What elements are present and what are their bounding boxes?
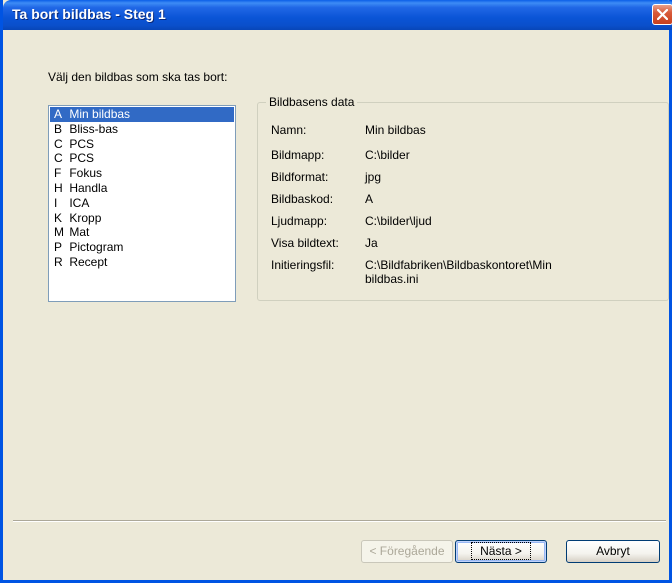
list-item[interactable]: F Fokus [50,166,234,181]
next-button-label: Nästa > [471,542,531,560]
close-button[interactable] [652,4,672,25]
list-item[interactable]: B Bliss-bas [50,122,234,137]
list-item[interactable]: I ICA [50,196,234,211]
list-item[interactable]: C PCS [50,137,234,152]
details-group: Bildbasens data Namn: Min bildbas Bildma… [257,95,669,301]
list-item[interactable]: A Min bildbas [50,107,234,122]
list-item[interactable]: K Kropp [50,211,234,226]
window-title: Ta bort bildbas - Steg 1 [12,6,166,22]
close-icon [657,9,668,20]
list-item[interactable]: P Pictogram [50,240,234,255]
list-item[interactable]: C PCS [50,151,234,166]
image-base-list[interactable]: A Min bildbas B Bliss-bas C PCS C PCS F … [48,105,236,302]
list-item[interactable]: R Recept [50,255,234,270]
list-item[interactable]: H Handla [50,181,234,196]
title-bar[interactable]: Ta bort bildbas - Steg 1 [3,0,672,30]
cancel-button[interactable]: Avbryt [566,540,660,563]
list-item[interactable]: M Mat [50,225,234,240]
select-prompt: Välj den bildbas som ska tas bort: [48,70,228,84]
footer-separator [13,520,666,522]
next-button[interactable]: Nästa > [455,540,547,563]
details-legend: Bildbasens data [266,95,358,109]
back-button[interactable]: < Föregående [361,540,453,563]
